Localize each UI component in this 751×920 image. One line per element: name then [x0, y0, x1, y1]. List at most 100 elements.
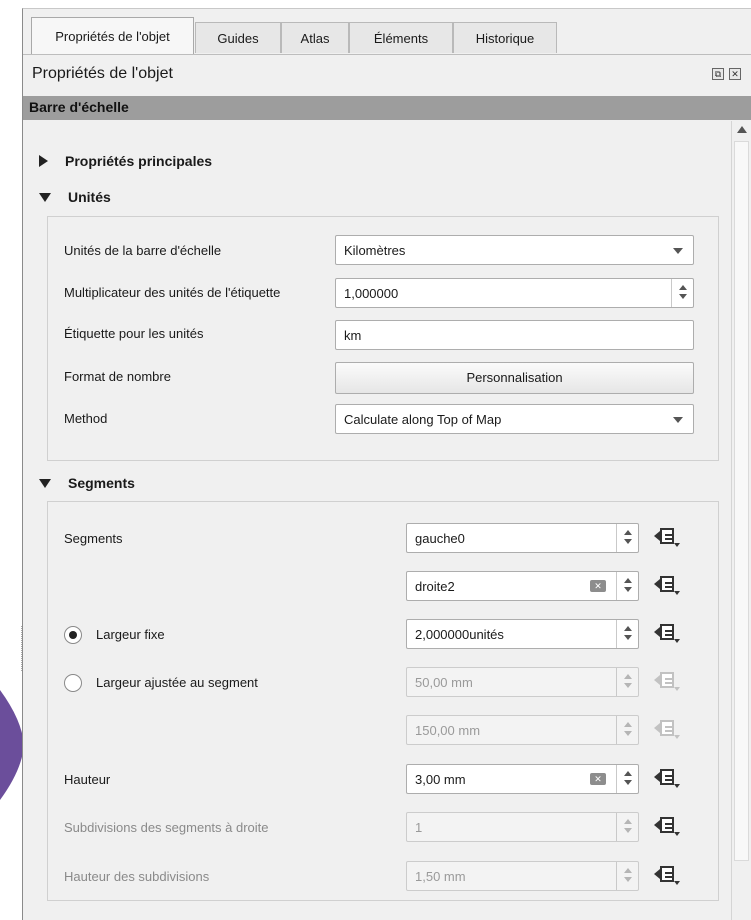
- spin-buttons: [616, 716, 638, 744]
- data-defined-override-icon[interactable]: [654, 815, 684, 839]
- segments-label: Segments: [64, 531, 123, 546]
- collapsed-arrow-icon: [39, 155, 48, 167]
- tab-label: Historique: [475, 30, 535, 46]
- spin-down-icon: [624, 780, 632, 785]
- combo-value: Kilomètres: [344, 243, 406, 258]
- spin-value: 3,00 mm: [415, 772, 466, 787]
- tab-label: Éléments: [373, 30, 429, 46]
- spin-value: 1,50 mm: [415, 869, 466, 884]
- group-segments-toggle[interactable]: Segments: [39, 475, 135, 491]
- radio-selected-dot: [69, 631, 77, 639]
- layout-panel: Propriétés de l'objet Guides Atlas Éléme…: [21, 8, 751, 920]
- scrollbar-thumb[interactable]: [734, 141, 749, 861]
- data-defined-override-icon[interactable]: [654, 574, 684, 598]
- method-combo[interactable]: Calculate along Top of Map: [335, 404, 694, 434]
- input-value: km: [344, 328, 362, 343]
- data-defined-override-icon: [654, 670, 684, 694]
- clear-icon[interactable]: ✕: [590, 773, 606, 785]
- group-title: Segments: [68, 475, 135, 491]
- float-icon[interactable]: ⧉: [712, 68, 724, 80]
- spin-value: droite2: [415, 579, 455, 594]
- units-group: Unités de la barre d'échelle Kilomètres …: [47, 216, 719, 461]
- segments-right-spinbox[interactable]: droite2 ✕: [406, 571, 639, 601]
- tab-label: Propriétés de l'objet: [55, 28, 170, 44]
- vertical-scrollbar[interactable]: [731, 121, 751, 920]
- fit-width-label[interactable]: Largeur ajustée au segment: [96, 675, 258, 690]
- spin-down-icon: [624, 877, 632, 882]
- subdivision-height-label: Hauteur des subdivisions: [64, 869, 210, 884]
- data-defined-override-icon[interactable]: [654, 622, 684, 646]
- fit-max-spinbox: 150,00 mm: [406, 715, 639, 745]
- segments-group: Segments gauche0 droite2 ✕ Largeur fixe …: [47, 501, 719, 901]
- bar-units-combo[interactable]: Kilomètres: [335, 235, 694, 265]
- close-icon[interactable]: ✕: [729, 68, 741, 80]
- segments-left-spinbox[interactable]: gauche0: [406, 523, 639, 553]
- tab-item-properties[interactable]: Propriétés de l'objet: [31, 17, 194, 54]
- combo-value: Calculate along Top of Map: [344, 412, 502, 427]
- unit-label-input[interactable]: km: [335, 320, 694, 350]
- group-units-toggle[interactable]: Unités: [39, 189, 111, 205]
- height-label: Hauteur: [64, 772, 111, 787]
- clear-icon[interactable]: ✕: [590, 580, 606, 592]
- spin-down-icon: [624, 587, 632, 592]
- spin-down-icon: [624, 731, 632, 736]
- spin-buttons: [616, 813, 638, 841]
- fit-width-radio[interactable]: [64, 674, 82, 692]
- tab-history[interactable]: Historique: [453, 22, 557, 53]
- tab-guides[interactable]: Guides: [195, 22, 281, 53]
- spin-value: 1,000000: [344, 286, 399, 301]
- tab-atlas[interactable]: Atlas: [281, 22, 349, 53]
- spin-down-icon: [624, 828, 632, 833]
- unit-label-label: Étiquette pour les unités: [64, 326, 204, 341]
- tab-items[interactable]: Éléments: [349, 22, 453, 53]
- subdivisions-spinbox: 1: [406, 812, 639, 842]
- spin-buttons[interactable]: [616, 620, 638, 648]
- splitter-handle[interactable]: [21, 626, 23, 671]
- group-title: Propriétés principales: [65, 153, 213, 169]
- section-title: Barre d'échelle: [29, 99, 129, 115]
- spin-value: 150,00 mm: [415, 723, 481, 738]
- fit-min-spinbox: 50,00 mm: [406, 667, 639, 697]
- spin-up-icon: [624, 530, 632, 535]
- spin-up-icon: [624, 578, 632, 583]
- tab-bar: Propriétés de l'objet Guides Atlas Éléme…: [23, 9, 751, 54]
- spin-buttons: [616, 862, 638, 890]
- spin-buttons: [616, 668, 638, 696]
- tab-label: Atlas: [300, 30, 330, 46]
- spin-buttons[interactable]: [616, 524, 638, 552]
- data-defined-override-icon[interactable]: [654, 864, 684, 888]
- spin-value: 2,000000unités: [415, 627, 504, 642]
- spin-buttons[interactable]: [616, 765, 638, 793]
- fixed-width-radio[interactable]: [64, 626, 82, 644]
- height-spinbox[interactable]: 3,00 mm ✕: [406, 764, 639, 794]
- spin-value: 50,00 mm: [415, 675, 473, 690]
- scroll-up-icon[interactable]: [737, 126, 747, 133]
- section-header: Barre d'échelle: [23, 96, 751, 120]
- spin-buttons[interactable]: [671, 279, 693, 307]
- chevron-down-icon: [673, 417, 683, 423]
- expanded-arrow-icon: [39, 478, 51, 488]
- spin-down-icon: [624, 683, 632, 688]
- spin-up-icon: [624, 674, 632, 679]
- multiplier-spinbox[interactable]: 1,000000: [335, 278, 694, 308]
- spin-buttons[interactable]: [616, 572, 638, 600]
- panel-title: Propriétés de l'objet: [32, 65, 173, 82]
- spin-up-icon: [624, 868, 632, 873]
- panel-header: Propriétés de l'objet ⧉ ✕: [23, 54, 751, 92]
- spin-up-icon: [624, 771, 632, 776]
- spin-value: gauche0: [415, 531, 465, 546]
- method-label: Method: [64, 411, 108, 426]
- fixed-width-label[interactable]: Largeur fixe: [96, 627, 165, 642]
- fixed-width-spinbox[interactable]: 2,000000unités: [406, 619, 639, 649]
- spin-down-icon: [624, 539, 632, 544]
- chevron-down-icon: [673, 248, 683, 254]
- subdivisions-label: Subdivisions des segments à droite: [64, 820, 269, 835]
- tab-label: Guides: [217, 30, 259, 46]
- number-format-button[interactable]: Personnalisation: [335, 362, 694, 394]
- properties-scroll-area: Propriétés principales Unités Unités de …: [21, 121, 731, 920]
- data-defined-override-icon[interactable]: [654, 526, 684, 550]
- data-defined-override-icon[interactable]: [654, 767, 684, 791]
- spin-value: 1: [415, 820, 423, 835]
- spin-up-icon: [679, 285, 687, 290]
- group-main-properties-toggle[interactable]: Propriétés principales: [39, 153, 212, 169]
